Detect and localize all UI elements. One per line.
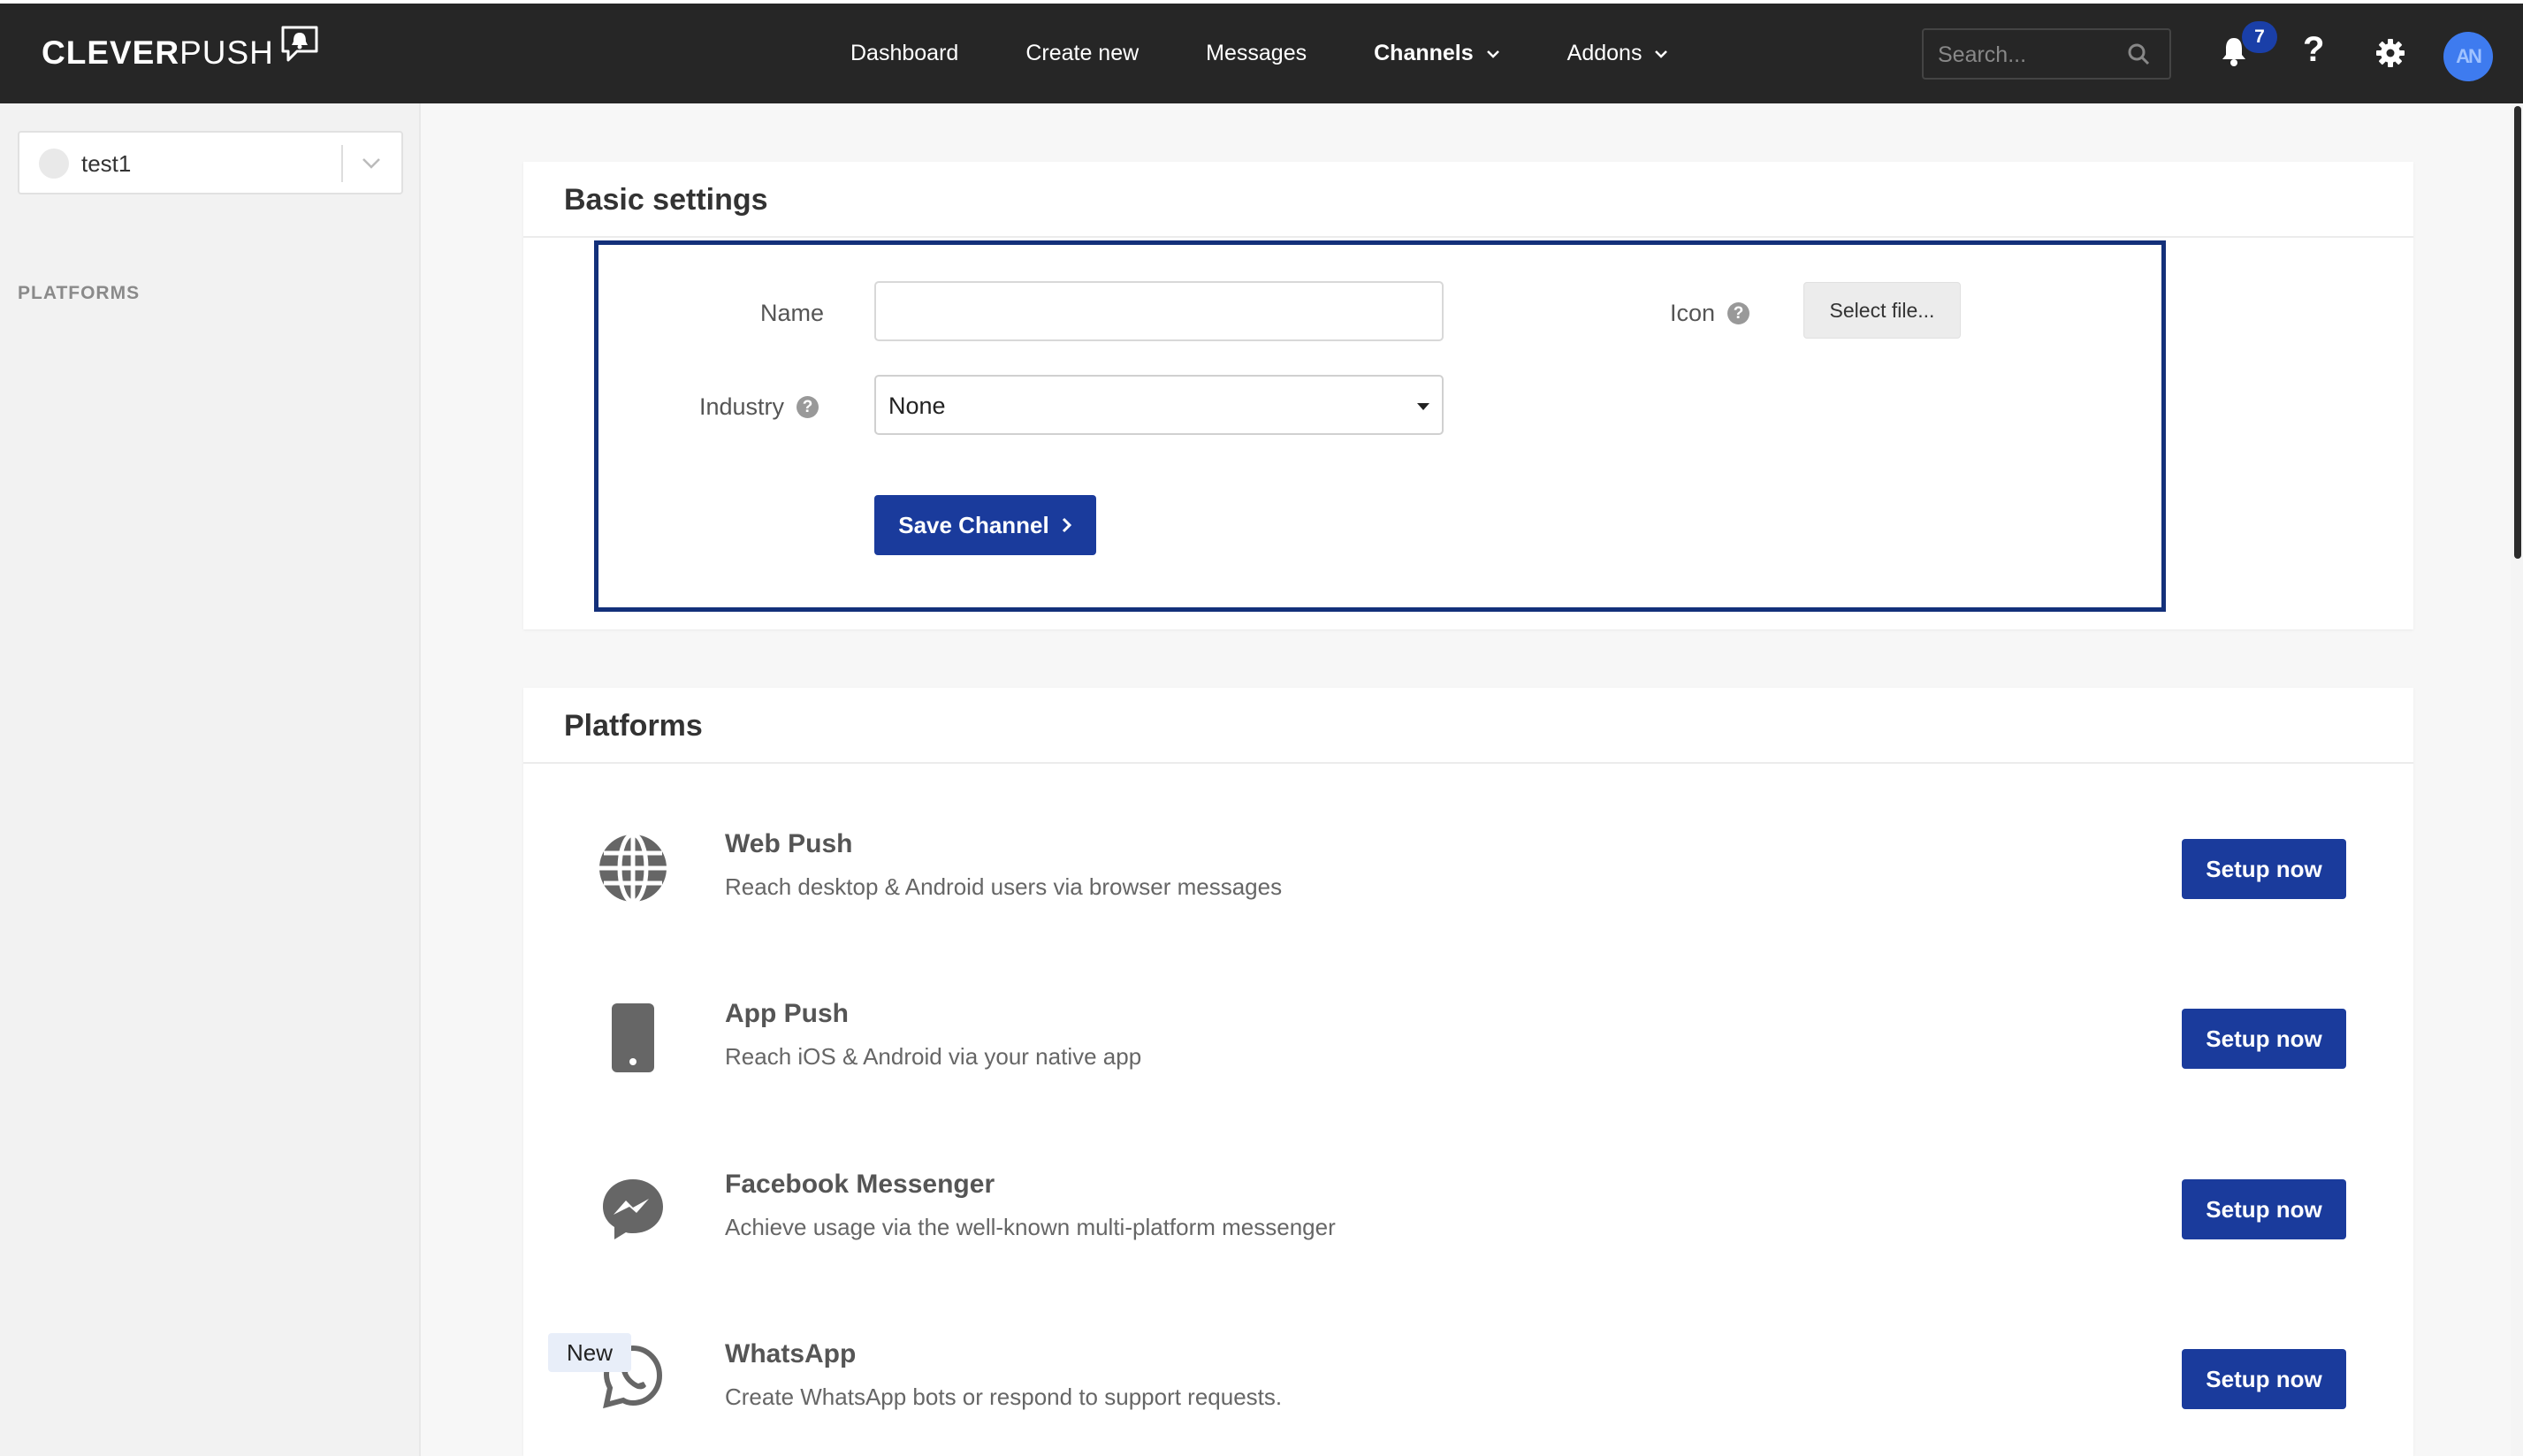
nav-messages[interactable]: Messages [1206,41,1307,66]
channel-selector[interactable]: test1 [18,131,403,194]
sidebar: test1 PLATFORMS [0,103,421,1456]
basic-settings-title: Basic settings [564,183,768,217]
question-circle-icon[interactable]: ? [1727,302,1750,324]
select-file-button[interactable]: Select file... [1803,282,1961,339]
user-avatar[interactable]: AN [2443,32,2493,81]
help-icon[interactable]: ? [2303,30,2324,70]
industry-selected-value: None [888,393,946,419]
nav-create-new[interactable]: Create new [1025,41,1139,66]
industry-label: Industry ? [699,393,819,421]
cleverpush-logo[interactable]: CLEVERPUSH [42,26,320,80]
card-header: Platforms [523,688,2413,764]
caret-down-icon [1417,403,1429,410]
chevron-down-icon [1655,50,1668,58]
platforms-title: Platforms [564,709,703,743]
name-label: Name [760,300,825,326]
gear-icon[interactable] [2374,37,2406,69]
platform-title-app-push: App Push [725,999,849,1028]
nav-dashboard[interactable]: Dashboard [850,41,958,66]
globe-icon [594,829,672,907]
setup-facebook-messenger-button[interactable]: Setup now [2182,1179,2346,1239]
search-icon[interactable] [2127,42,2150,65]
sidebar-section-platforms: PLATFORMS [18,283,141,303]
question-circle-icon[interactable]: ? [797,396,819,418]
nav-channels[interactable]: Channels [1374,41,1500,66]
platform-desc-app-push: Reach iOS & Android via your native app [725,1043,1142,1070]
selector-divider [341,145,343,182]
search-box [1922,28,2171,80]
platform-desc-web-push: Reach desktop & Android users via browse… [725,873,1283,900]
save-channel-button[interactable]: Save Channel [874,495,1096,555]
card-header: Basic settings [523,162,2413,238]
top-navbar: CLEVERPUSH Dashboard Create new Messages… [0,4,2523,103]
channel-icon [39,149,69,179]
messenger-icon [594,1170,672,1248]
channel-name-field[interactable] [874,281,1444,341]
channel-name: test1 [81,150,132,177]
logo-text: CLEVERPUSH [42,34,274,71]
chevron-right-icon [1062,517,1071,533]
platforms-card: Platforms Web Push Reach desktop & Andro… [523,688,2413,1456]
platform-title-whatsapp: WhatsApp [725,1339,857,1368]
platform-desc-whatsapp: Create WhatsApp bots or respond to suppo… [725,1384,1283,1410]
setup-web-push-button[interactable]: Setup now [2182,839,2346,899]
setup-app-push-button[interactable]: Setup now [2182,1009,2346,1069]
icon-label: Icon ? [1670,300,1750,327]
notification-count-badge: 7 [2242,21,2277,53]
mobile-phone-icon [594,999,672,1077]
basic-settings-card: Basic settings Name Icon ? Select file..… [523,162,2413,629]
scrollbar-thumb[interactable] [2514,106,2521,559]
platform-title-web-push: Web Push [725,829,853,858]
platform-desc-facebook-messenger: Achieve usage via the well-known multi-p… [725,1214,1336,1240]
platform-title-facebook-messenger: Facebook Messenger [725,1170,995,1199]
search-input[interactable] [1936,39,2134,71]
setup-whatsapp-button[interactable]: Setup now [2182,1349,2346,1409]
logo-bell-bubble-icon [281,26,318,62]
nav-addons[interactable]: Addons [1567,41,1669,66]
chevron-down-icon[interactable] [361,154,382,172]
chevron-down-icon [1486,50,1499,58]
main-nav: Dashboard Create new Messages Channels A… [850,4,1735,103]
new-badge: New [548,1333,631,1372]
industry-select[interactable]: None [874,375,1444,435]
